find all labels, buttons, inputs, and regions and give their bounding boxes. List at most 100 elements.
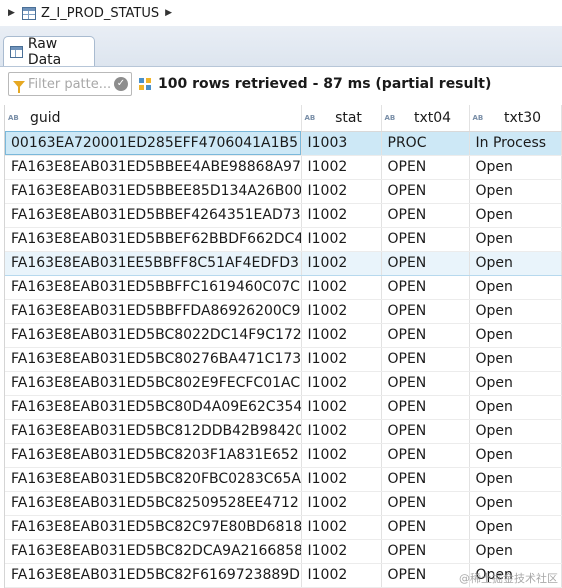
- cell-txt04[interactable]: OPEN: [381, 323, 470, 348]
- table-row[interactable]: FA163E8EAB031ED5BC820FBC0283C65A I1002 OPE…: [5, 467, 562, 492]
- table-row[interactable]: FA163E8EAB031ED5BBEE85D134A26B00 I1002 OPE…: [5, 179, 562, 204]
- refresh-icon[interactable]: [138, 77, 152, 91]
- cell-guid[interactable]: FA163E8EAB031ED5BBEF4264351EAD73: [5, 203, 302, 228]
- cell-stat[interactable]: I1002: [301, 563, 382, 588]
- breadcrumb-expand-icon[interactable]: ▶: [165, 8, 172, 18]
- tab-raw-data[interactable]: Raw Data: [3, 36, 95, 68]
- cell-guid[interactable]: FA163E8EAB031ED5BBEE4ABE98868A97: [5, 155, 302, 180]
- cell-txt30[interactable]: Open: [469, 395, 562, 420]
- cell-guid[interactable]: FA163E8EAB031ED5BBEE85D134A26B00: [5, 179, 302, 204]
- table-row[interactable]: FA163E8EAB031ED5BC82DCA9A2166858 I1002 OPE…: [5, 539, 562, 564]
- cell-txt30[interactable]: Open: [469, 371, 562, 396]
- cell-guid[interactable]: FA163E8EAB031ED5BC82C97E80BD6818: [5, 515, 302, 540]
- cell-stat[interactable]: I1002: [301, 227, 382, 252]
- cell-txt30[interactable]: Open: [469, 250, 562, 276]
- clear-filter-icon[interactable]: ✓: [114, 77, 128, 91]
- cell-txt04[interactable]: OPEN: [381, 491, 470, 516]
- column-header-txt30[interactable]: AB txt30: [469, 105, 562, 132]
- cell-stat[interactable]: I1002: [301, 155, 382, 180]
- table-row[interactable]: FA163E8EAB031ED5BC812DDB42B98420 I1002 OPE…: [5, 419, 562, 444]
- cell-stat[interactable]: I1002: [301, 323, 382, 348]
- cell-txt30[interactable]: Open: [469, 515, 562, 540]
- cell-txt30[interactable]: Open: [469, 227, 562, 252]
- cell-guid[interactable]: FA163E8EAB031ED5BC8022DC14F9C172: [5, 323, 302, 348]
- breadcrumb-label[interactable]: Z_I_PROD_STATUS: [41, 6, 159, 21]
- cell-txt04[interactable]: OPEN: [381, 419, 470, 444]
- cell-guid[interactable]: FA163E8EAB031ED5BBEF62BBDF662DC4: [5, 227, 302, 252]
- cell-stat[interactable]: I1002: [301, 443, 382, 468]
- column-header-stat[interactable]: AB stat: [301, 105, 382, 132]
- cell-txt04[interactable]: OPEN: [381, 299, 470, 324]
- cell-guid[interactable]: FA163E8EAB031ED5BC82DCA9A2166858: [5, 539, 302, 564]
- table-row[interactable]: FA163E8EAB031ED5BBFFC1619460C07C I1002 OPE…: [5, 275, 562, 300]
- cell-txt04[interactable]: OPEN: [381, 395, 470, 420]
- filter-input[interactable]: [28, 76, 114, 92]
- cell-txt04[interactable]: OPEN: [381, 347, 470, 372]
- column-header-txt04[interactable]: AB txt04: [381, 105, 470, 132]
- table-row[interactable]: FA163E8EAB031ED5BBEF62BBDF662DC4 I1002 OPE…: [5, 227, 562, 252]
- cell-txt04[interactable]: OPEN: [381, 515, 470, 540]
- cell-stat[interactable]: I1002: [301, 299, 382, 324]
- cell-guid[interactable]: FA163E8EAB031ED5BBFFC1619460C07C: [5, 275, 302, 300]
- cell-txt04[interactable]: OPEN: [381, 250, 470, 276]
- cell-guid[interactable]: 00163EA720001ED285EFF4706041A1B5: [5, 131, 302, 156]
- cell-txt30[interactable]: In Process: [469, 131, 562, 156]
- table-row[interactable]: FA163E8EAB031EE5BBFF8C51AF4EDFD3 I1002 OPE…: [5, 250, 562, 276]
- cell-txt04[interactable]: OPEN: [381, 563, 470, 588]
- cell-guid[interactable]: FA163E8EAB031ED5BC80276BA471C173: [5, 347, 302, 372]
- cell-txt30[interactable]: Open: [469, 323, 562, 348]
- cell-guid[interactable]: FA163E8EAB031ED5BBFFDA86926200C9: [5, 299, 302, 324]
- cell-guid[interactable]: FA163E8EAB031ED5BC8203F1A831E652: [5, 443, 302, 468]
- table-row[interactable]: FA163E8EAB031ED5BC8022DC14F9C172 I1002 OPE…: [5, 323, 562, 348]
- cell-txt04[interactable]: OPEN: [381, 203, 470, 228]
- cell-guid[interactable]: FA163E8EAB031ED5BC812DDB42B98420: [5, 419, 302, 444]
- cell-stat[interactable]: I1002: [301, 467, 382, 492]
- cell-guid[interactable]: FA163E8EAB031EE5BBFF8C51AF4EDFD3: [5, 250, 302, 276]
- cell-txt30[interactable]: Open: [469, 491, 562, 516]
- cell-txt30[interactable]: Open: [469, 443, 562, 468]
- cell-guid[interactable]: FA163E8EAB031ED5BC80D4A09E62C354: [5, 395, 302, 420]
- cell-guid[interactable]: FA163E8EAB031ED5BC82F6169723889D: [5, 563, 302, 588]
- table-row[interactable]: FA163E8EAB031ED5BC80D4A09E62C354 I1002 OPE…: [5, 395, 562, 420]
- cell-txt04[interactable]: OPEN: [381, 179, 470, 204]
- cell-guid[interactable]: FA163E8EAB031ED5BC82509528EE4712: [5, 491, 302, 516]
- table-row[interactable]: FA163E8EAB031ED5BBEF4264351EAD73 I1002 OPE…: [5, 203, 562, 228]
- cell-stat[interactable]: I1002: [301, 371, 382, 396]
- cell-stat[interactable]: I1002: [301, 491, 382, 516]
- cell-txt04[interactable]: OPEN: [381, 539, 470, 564]
- cell-stat[interactable]: I1002: [301, 395, 382, 420]
- cell-txt30[interactable]: Open: [469, 467, 562, 492]
- cell-stat[interactable]: I1002: [301, 250, 382, 276]
- table-row[interactable]: FA163E8EAB031ED5BC82C97E80BD6818 I1002 OPE…: [5, 515, 562, 540]
- cell-stat[interactable]: I1002: [301, 179, 382, 204]
- cell-txt04[interactable]: OPEN: [381, 155, 470, 180]
- cell-txt04[interactable]: OPEN: [381, 275, 470, 300]
- cell-stat[interactable]: I1002: [301, 539, 382, 564]
- cell-txt30[interactable]: Open: [469, 203, 562, 228]
- cell-txt30[interactable]: Open: [469, 155, 562, 180]
- cell-stat[interactable]: I1002: [301, 275, 382, 300]
- cell-stat[interactable]: I1002: [301, 419, 382, 444]
- column-header-guid[interactable]: AB guid: [5, 105, 302, 132]
- table-row[interactable]: FA163E8EAB031ED5BBEE4ABE98868A97 I1002 OPE…: [5, 155, 562, 180]
- cell-stat[interactable]: I1003: [301, 131, 382, 156]
- cell-stat[interactable]: I1002: [301, 203, 382, 228]
- table-row[interactable]: FA163E8EAB031ED5BC8203F1A831E652 I1002 OPE…: [5, 443, 562, 468]
- cell-stat[interactable]: I1002: [301, 347, 382, 372]
- filter-box[interactable]: ✓: [8, 72, 132, 96]
- cell-txt04[interactable]: PROC: [381, 131, 470, 156]
- table-row[interactable]: FA163E8EAB031ED5BC80276BA471C173 I1002 OPE…: [5, 347, 562, 372]
- cell-guid[interactable]: FA163E8EAB031ED5BC820FBC0283C65A: [5, 467, 302, 492]
- table-row[interactable]: FA163E8EAB031ED5BC802E9FECFC01AC I1002 OPE…: [5, 371, 562, 396]
- cell-txt30[interactable]: Open: [469, 299, 562, 324]
- cell-txt30[interactable]: Open: [469, 275, 562, 300]
- cell-txt30[interactable]: Open: [469, 539, 562, 564]
- cell-txt30[interactable]: Open: [469, 347, 562, 372]
- table-row[interactable]: 00163EA720001ED285EFF4706041A1B5 I1003 PRO…: [5, 131, 562, 156]
- cell-stat[interactable]: I1002: [301, 515, 382, 540]
- cell-guid[interactable]: FA163E8EAB031ED5BC802E9FECFC01AC: [5, 371, 302, 396]
- cell-txt30[interactable]: Open: [469, 179, 562, 204]
- cell-txt04[interactable]: OPEN: [381, 227, 470, 252]
- cell-txt30[interactable]: Open: [469, 419, 562, 444]
- cell-txt04[interactable]: OPEN: [381, 443, 470, 468]
